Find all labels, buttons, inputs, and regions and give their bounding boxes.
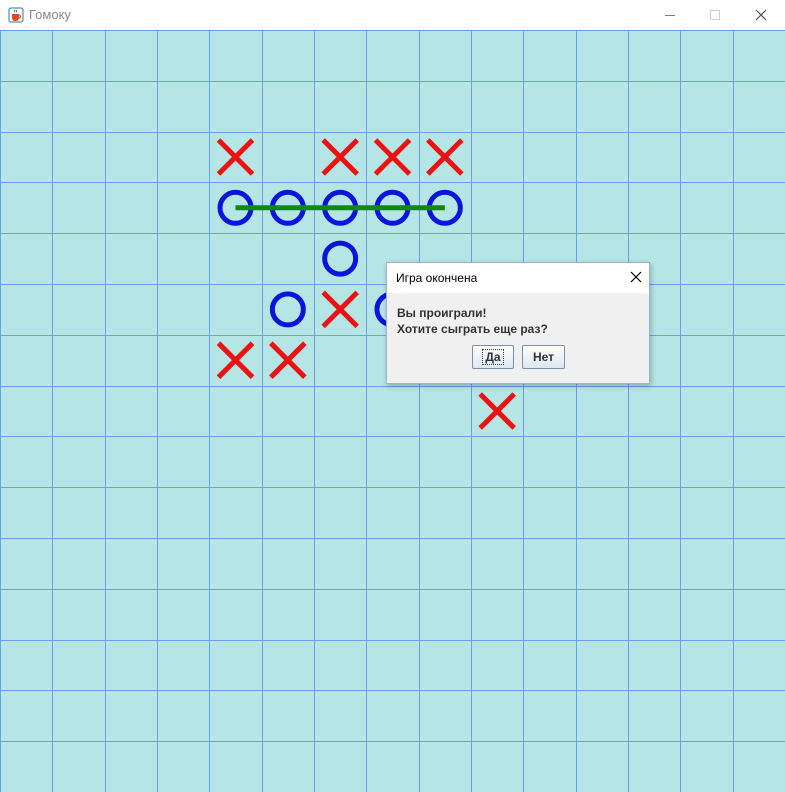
dialog-message-line-1: Вы проиграли! [397, 306, 487, 320]
x-mark-icon [216, 341, 255, 379]
dialog-close-icon[interactable] [629, 270, 643, 284]
x-mark-icon [426, 138, 464, 176]
minimize-button[interactable] [647, 0, 693, 30]
x-mark-icon [321, 138, 359, 176]
dialog-title-bar: Игра окончена [387, 263, 649, 293]
o-mark-icon [322, 240, 359, 277]
board-canvas[interactable] [0, 30, 785, 792]
java-cup-icon [8, 7, 24, 23]
game-board[interactable] [0, 30, 785, 792]
yes-button[interactable]: Да [472, 345, 514, 369]
maximize-icon [710, 10, 720, 20]
x-mark-icon [269, 341, 307, 379]
title-bar: Гомоку [0, 0, 785, 30]
no-button-label: Нет [532, 350, 555, 364]
close-button[interactable] [738, 0, 784, 30]
x-mark-icon [321, 290, 359, 329]
close-icon [755, 9, 767, 21]
x-mark-icon [216, 138, 255, 176]
x-mark-icon [373, 138, 412, 176]
maximize-button[interactable] [692, 0, 738, 30]
minimize-icon [665, 15, 675, 16]
yes-button-label: Да [482, 349, 504, 365]
dialog-message: Вы проиграли! Хотите сыграть еще раз? [397, 305, 548, 337]
o-mark-icon [269, 291, 306, 328]
game-over-dialog: Игра окончена Вы проиграли! Хотите сыгра… [386, 262, 650, 384]
dialog-message-line-2: Хотите сыграть еще раз? [397, 322, 548, 336]
dialog-title: Игра окончена [396, 271, 478, 285]
x-mark-icon [478, 392, 516, 430]
window-title: Гомоку [29, 7, 71, 22]
no-button[interactable]: Нет [522, 345, 565, 369]
